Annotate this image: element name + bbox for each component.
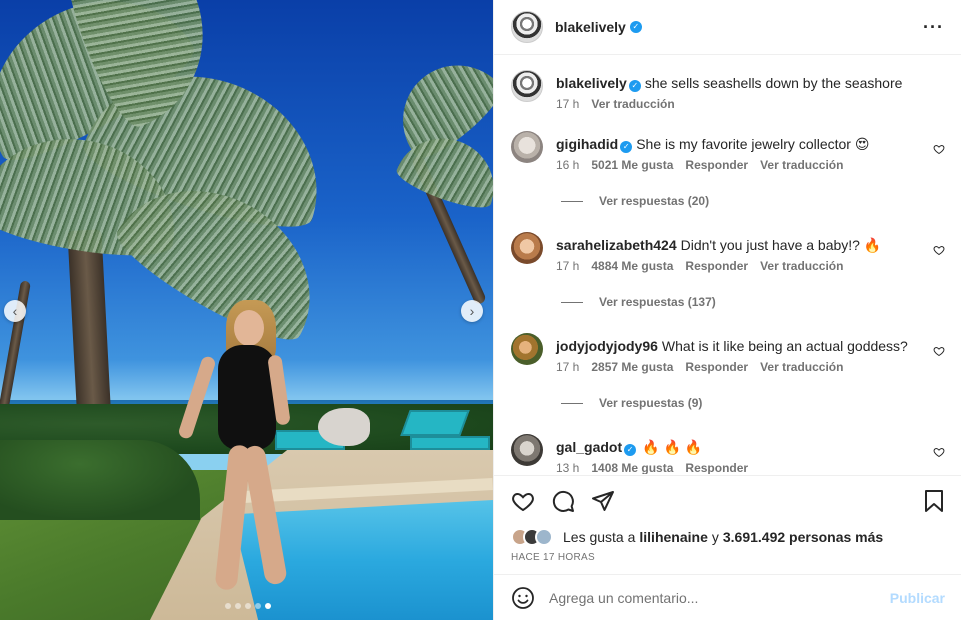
person-face: [234, 310, 264, 346]
fish-sculpture: [318, 408, 370, 446]
avatar[interactable]: [511, 70, 543, 102]
caption-text: she sells seashells down by the seashore: [644, 75, 903, 91]
comments-list[interactable]: blakelively ✓ she sells seashells down by …: [494, 56, 961, 474]
carousel-dot: [235, 603, 241, 609]
comment-likes[interactable]: 2857 Me gusta: [591, 360, 673, 374]
comment-username[interactable]: sarahelizabeth424: [556, 237, 677, 253]
comment-username[interactable]: gigihadid: [556, 136, 618, 152]
heart-icon[interactable]: [933, 143, 945, 155]
comment-input[interactable]: [549, 589, 890, 606]
caption-time: 17 h: [556, 97, 580, 111]
avatar: [535, 528, 553, 546]
comment-item: sarahelizabeth424 Didn't you just have a …: [511, 232, 945, 273]
post-timestamp[interactable]: HACE 17 HORAS: [511, 552, 945, 563]
comment-likes[interactable]: 4884 Me gusta: [591, 259, 673, 273]
post-actions: Les gusta a lilihenaine y 3.691.492 pers…: [494, 475, 961, 563]
comment-username[interactable]: gal_gadot: [556, 439, 622, 455]
heart-icon[interactable]: [933, 244, 945, 256]
carousel-dot: [225, 603, 231, 609]
author-username[interactable]: blakelively: [555, 19, 626, 35]
comment-likes[interactable]: 5021 Me gusta: [591, 158, 673, 172]
heart-icon[interactable]: [933, 345, 945, 357]
comment-icon[interactable]: [551, 489, 575, 513]
post-header: blakelively ✓ ···: [494, 0, 961, 55]
heart-icon[interactable]: [511, 489, 535, 513]
comment-text: 🔥 🔥 🔥: [642, 439, 703, 455]
caption-username[interactable]: blakelively: [556, 75, 627, 91]
view-replies-button[interactable]: Ver respuestas (9): [561, 396, 945, 410]
likes-prefix: Les gusta a: [563, 529, 636, 545]
view-replies-button[interactable]: Ver respuestas (137): [561, 295, 945, 309]
verified-badge-icon: ✓: [624, 444, 637, 456]
comment-time: 16 h: [556, 158, 580, 172]
post-photo[interactable]: ‹ ›: [0, 0, 493, 620]
comment-username[interactable]: jodyjodyjody96: [556, 338, 658, 354]
comment-time: 17 h: [556, 259, 580, 273]
carousel-dots: [225, 603, 271, 609]
comment-item: gigihadid ✓ She is my favorite jewelry col…: [511, 131, 945, 172]
bookmark-icon[interactable]: [923, 489, 945, 513]
avatar[interactable]: [511, 131, 543, 163]
reply-button[interactable]: Responder: [685, 259, 748, 273]
view-replies-label: Ver respuestas (9): [599, 396, 703, 410]
chevron-right-icon[interactable]: ›: [461, 300, 483, 322]
avatar[interactable]: [511, 232, 543, 264]
translate-link[interactable]: Ver traducción: [760, 360, 843, 374]
carousel-dot: [255, 603, 261, 609]
emoji-icon[interactable]: [511, 586, 535, 610]
likes-summary: Les gusta a lilihenaine y 3.691.492 pers…: [511, 528, 945, 546]
avatar[interactable]: [511, 434, 543, 466]
translate-link[interactable]: Ver traducción: [760, 259, 843, 273]
carousel-dot: [245, 603, 251, 609]
verified-badge-icon: ✓: [628, 80, 641, 92]
add-comment-bar: Publicar: [494, 574, 961, 620]
comment-time: 13 h: [556, 461, 580, 474]
comment-time: 17 h: [556, 360, 580, 374]
heart-icon[interactable]: [933, 446, 945, 458]
comment-likes[interactable]: 1408 Me gusta: [591, 461, 673, 474]
comment-text: Didn't you just have a baby!? 🔥: [680, 237, 882, 253]
comment-item: jodyjodyjody96 What is it like being an a…: [511, 333, 945, 374]
carousel-dot-active: [265, 603, 271, 609]
photo-bush: [0, 440, 200, 520]
avatar[interactable]: [511, 11, 543, 43]
likes-count[interactable]: 3.691.492 personas más: [723, 529, 883, 545]
share-icon[interactable]: [591, 489, 615, 513]
chevron-left-icon[interactable]: ‹: [4, 300, 26, 322]
reply-button[interactable]: Responder: [685, 461, 748, 474]
lounge-chair: [400, 410, 470, 436]
verified-badge-icon: ✓: [620, 141, 633, 153]
reply-button[interactable]: Responder: [685, 158, 748, 172]
view-replies-label: Ver respuestas (20): [599, 194, 710, 208]
likes-connector: y: [711, 529, 719, 545]
more-icon[interactable]: ···: [923, 17, 944, 38]
view-replies-label: Ver respuestas (137): [599, 295, 716, 309]
comment-item: gal_gadot ✓ 🔥 🔥 🔥 13 h 1408 Me gusta Respo…: [511, 434, 945, 474]
post-side-panel: blakelively ✓ ··· blakelively ✓ she sells …: [493, 0, 961, 620]
comment-text: What is it like being an actual goddess?: [661, 338, 908, 354]
view-replies-button[interactable]: Ver respuestas (20): [561, 194, 945, 208]
translate-link[interactable]: Ver traducción: [760, 158, 843, 172]
lounge-chair: [410, 436, 490, 450]
reply-button[interactable]: Responder: [685, 360, 748, 374]
caption: blakelively ✓ she sells seashells down by …: [511, 70, 945, 111]
verified-badge-icon: ✓: [629, 21, 642, 33]
liker-avatars[interactable]: [511, 528, 553, 546]
translate-link[interactable]: Ver traducción: [591, 97, 674, 111]
publish-button[interactable]: Publicar: [890, 590, 945, 606]
avatar[interactable]: [511, 333, 543, 365]
liker-username[interactable]: lilihenaine: [639, 529, 707, 545]
comment-text: She is my favorite jewelry collector 😍: [636, 136, 870, 152]
